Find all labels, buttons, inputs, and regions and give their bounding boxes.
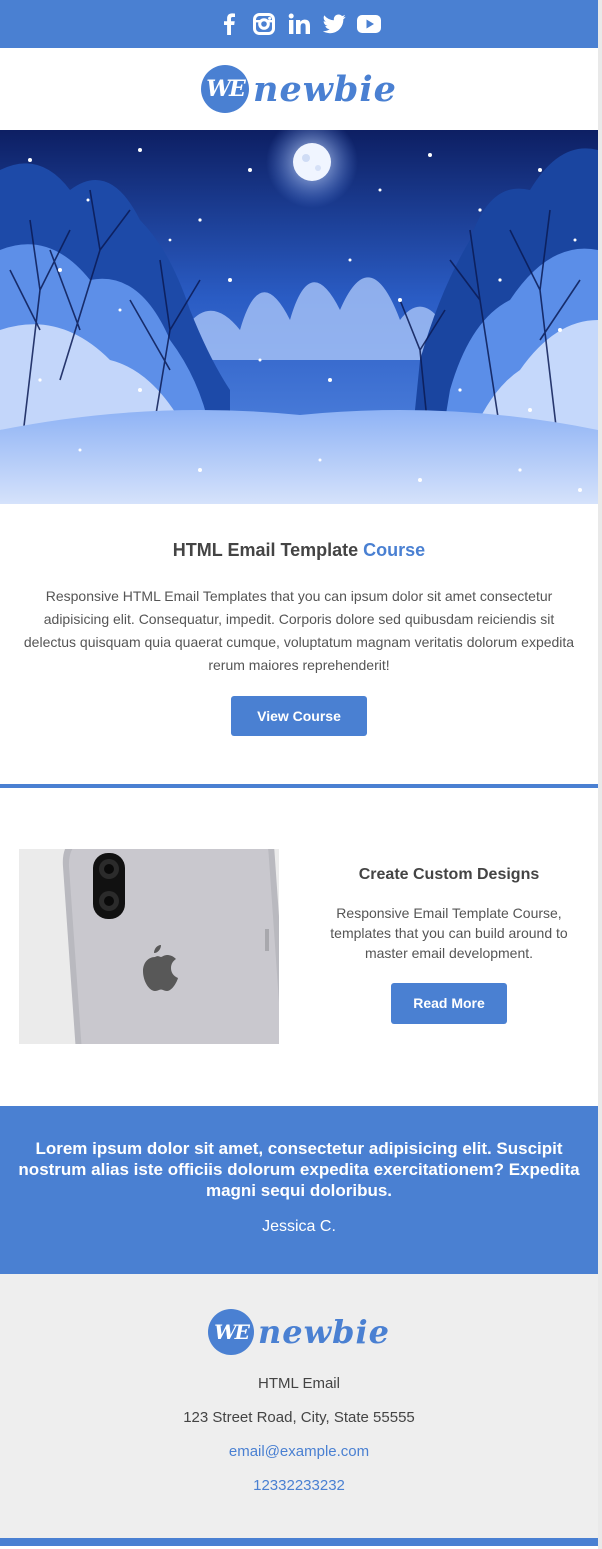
phone-image xyxy=(19,849,279,1044)
course-description: Responsive HTML Email Templates that you… xyxy=(23,588,575,673)
feature-description: Responsive Email Template Course, templa… xyxy=(330,905,568,961)
linkedin-icon[interactable] xyxy=(287,12,311,36)
youtube-icon[interactable] xyxy=(357,12,381,36)
email-template: WE newbie HTML Email Template Course Res… xyxy=(0,0,598,1542)
course-title-accent: Course xyxy=(363,540,426,560)
footer-logo-badge: WE xyxy=(207,1309,254,1355)
footer-company: HTML Email xyxy=(258,1375,340,1392)
footer: WE newbie HTML Email 123 Street Road, Ci… xyxy=(0,1274,598,1542)
footer-brand-logo[interactable]: WE newbie xyxy=(207,1307,391,1357)
testimonial-quote: Lorem ipsum dolor sit amet, consectetur … xyxy=(18,1139,580,1200)
feature-text: Create Custom Designs Responsive Email T… xyxy=(316,866,582,1024)
hero-image xyxy=(0,130,598,504)
testimonial-author: Jessica C. xyxy=(262,1218,336,1235)
footer-logo-wordmark: newbie xyxy=(257,1313,391,1351)
header-logo-row: WE newbie xyxy=(0,48,598,130)
course-title: HTML Email Template Course xyxy=(20,540,578,561)
logo-wordmark: newbie xyxy=(253,68,397,110)
instagram-icon[interactable] xyxy=(252,12,276,36)
feature-section: Create Custom Designs Responsive Email T… xyxy=(0,788,598,1106)
page-edge xyxy=(598,0,602,1549)
footer-email-link[interactable]: email@example.com xyxy=(0,1435,598,1469)
read-more-button[interactable]: Read More xyxy=(391,983,507,1024)
view-course-button[interactable]: View Course xyxy=(231,696,367,736)
logo-badge: WE xyxy=(201,65,250,113)
footer-bottom-rule xyxy=(0,1538,598,1546)
footer-address: 123 Street Road, City, State 55555 xyxy=(183,1409,415,1426)
feature-title: Create Custom Designs xyxy=(358,866,540,883)
testimonial-section: Lorem ipsum dolor sit amet, consectetur … xyxy=(0,1106,598,1274)
brand-logo[interactable]: WE newbie xyxy=(201,65,397,113)
footer-phone-link[interactable]: 12332233232 xyxy=(0,1469,598,1503)
twitter-icon[interactable] xyxy=(322,12,346,36)
course-section: HTML Email Template Course Responsive HT… xyxy=(0,504,598,784)
course-title-main: HTML Email Template xyxy=(172,540,364,560)
footer-logo-row: WE newbie xyxy=(0,1274,598,1357)
facebook-icon[interactable] xyxy=(217,12,241,36)
social-bar xyxy=(0,0,598,48)
